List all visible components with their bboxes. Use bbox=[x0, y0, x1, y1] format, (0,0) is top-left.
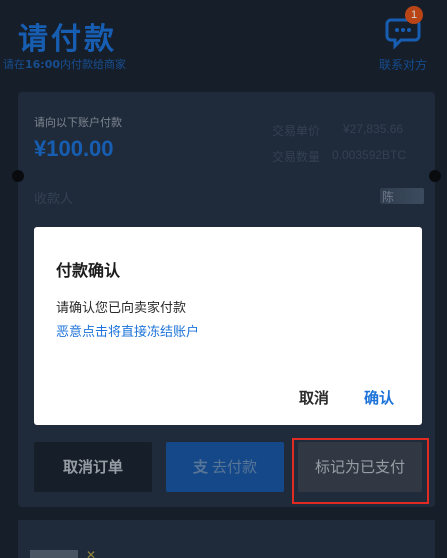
dialog-title: 付款确认 bbox=[56, 261, 121, 280]
dialog-confirm-button[interactable]: 确认 bbox=[364, 387, 394, 408]
dialog-message: 请确认您已向卖家付款 bbox=[56, 301, 187, 316]
payment-page: 请付款 请在16:00内付款给商家 1 联系对方 请向以下账户付款 ¥100.0… bbox=[0, 0, 447, 558]
payment-confirm-dialog: 付款确认 请确认您已向卖家付款 恶意点击将直接冻结账户 取消 确认 bbox=[34, 227, 422, 425]
highlight-box bbox=[292, 438, 429, 504]
dialog-warning: 恶意点击将直接冻结账户 bbox=[56, 325, 200, 340]
dialog-cancel-button[interactable]: 取消 bbox=[299, 387, 329, 408]
